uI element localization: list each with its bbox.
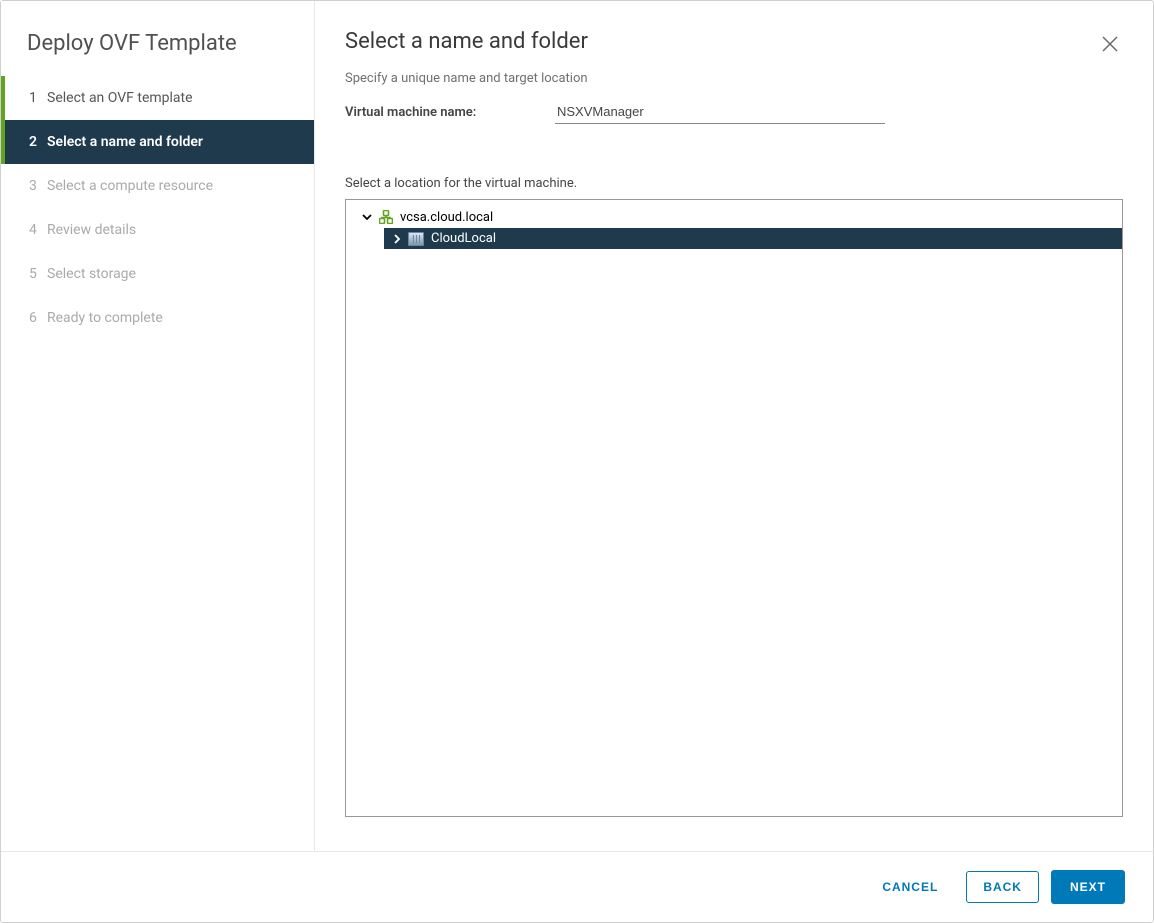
vm-name-label: Virtual machine name: bbox=[345, 105, 555, 120]
step-number: 1 bbox=[29, 90, 47, 106]
wizard-footer: CANCEL BACK NEXT bbox=[1, 851, 1153, 922]
location-tree-panel[interactable]: vcsa.cloud.local CloudLocal bbox=[345, 199, 1123, 817]
step-ready-to-complete: 6 Ready to complete bbox=[1, 296, 314, 340]
step-select-compute-resource: 3 Select a compute resource bbox=[1, 164, 314, 208]
step-label: Select a name and folder bbox=[47, 134, 203, 150]
step-select-storage: 5 Select storage bbox=[1, 252, 314, 296]
tree-node-vcenter[interactable]: vcsa.cloud.local bbox=[346, 206, 1122, 228]
step-label: Select a compute resource bbox=[47, 178, 213, 194]
cancel-button[interactable]: CANCEL bbox=[866, 871, 954, 903]
wizard-title: Deploy OVF Template bbox=[1, 1, 314, 76]
step-label: Ready to complete bbox=[47, 310, 163, 326]
step-number: 6 bbox=[29, 310, 47, 326]
vm-name-row: Virtual machine name: bbox=[345, 100, 1123, 124]
step-number: 2 bbox=[29, 134, 47, 150]
location-tree: vcsa.cloud.local CloudLocal bbox=[346, 200, 1122, 255]
page-title: Select a name and folder bbox=[345, 29, 588, 54]
wizard-content: Select a name and folder Specify a uniqu… bbox=[315, 1, 1153, 851]
page-subtitle: Specify a unique name and target locatio… bbox=[345, 71, 1123, 86]
wizard-sidebar: Deploy OVF Template 1 Select an OVF temp… bbox=[1, 1, 315, 851]
close-icon bbox=[1101, 35, 1119, 53]
step-select-name-folder[interactable]: 2 Select a name and folder bbox=[1, 120, 314, 164]
vm-name-input[interactable] bbox=[555, 100, 885, 124]
tree-node-label: vcsa.cloud.local bbox=[400, 210, 493, 225]
vcenter-icon bbox=[378, 209, 394, 225]
step-label: Review details bbox=[47, 222, 136, 238]
location-label: Select a location for the virtual machin… bbox=[345, 176, 1123, 191]
back-button[interactable]: BACK bbox=[966, 871, 1039, 903]
next-button[interactable]: NEXT bbox=[1051, 870, 1125, 904]
chevron-down-icon[interactable] bbox=[360, 210, 374, 224]
step-number: 4 bbox=[29, 222, 47, 238]
deploy-ovf-dialog: Deploy OVF Template 1 Select an OVF temp… bbox=[0, 0, 1154, 923]
chevron-right-icon[interactable] bbox=[390, 232, 404, 246]
wizard-steps: 1 Select an OVF template 2 Select a name… bbox=[1, 76, 314, 340]
step-review-details: 4 Review details bbox=[1, 208, 314, 252]
step-number: 5 bbox=[29, 266, 47, 282]
tree-node-label: CloudLocal bbox=[431, 231, 496, 246]
close-button[interactable] bbox=[1097, 31, 1123, 61]
step-label: Select an OVF template bbox=[47, 90, 193, 106]
step-select-ovf-template[interactable]: 1 Select an OVF template bbox=[1, 76, 314, 120]
dialog-body: Deploy OVF Template 1 Select an OVF temp… bbox=[1, 1, 1153, 851]
content-header: Select a name and folder bbox=[345, 29, 1123, 61]
datacenter-icon bbox=[408, 232, 424, 246]
step-label: Select storage bbox=[47, 266, 136, 282]
tree-node-datacenter[interactable]: CloudLocal bbox=[384, 228, 1122, 249]
step-number: 3 bbox=[29, 178, 47, 194]
